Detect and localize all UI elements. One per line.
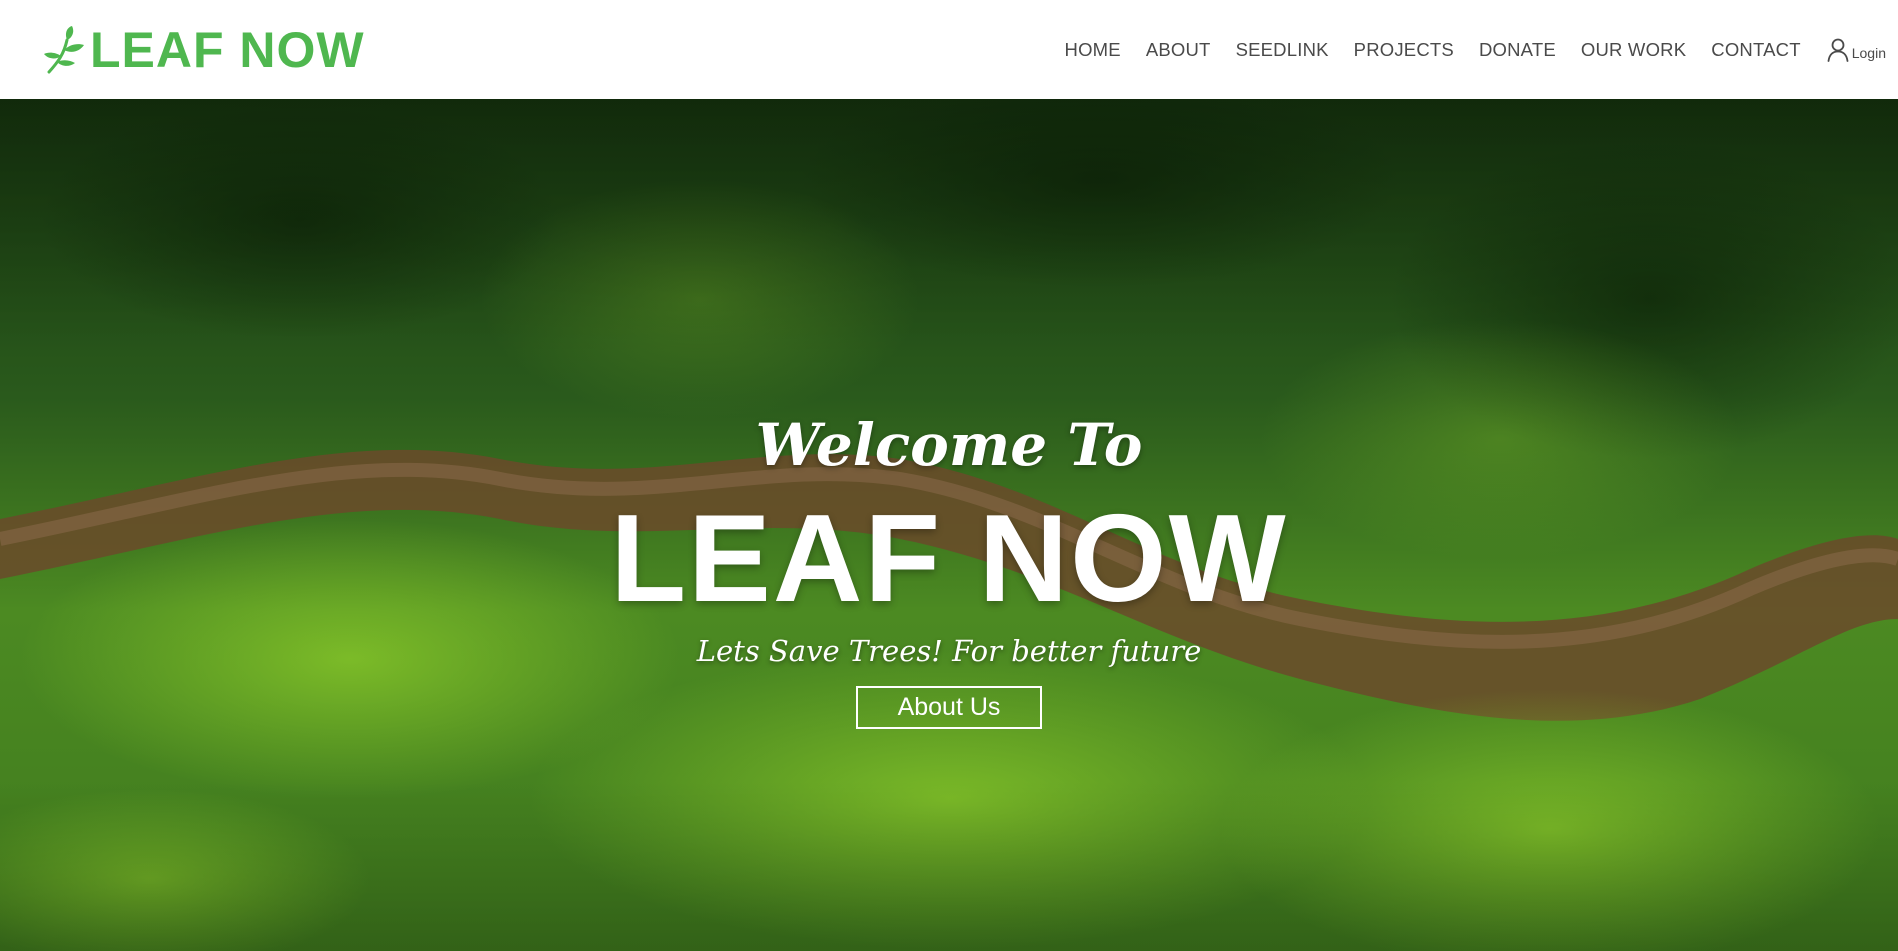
nav-link-donate[interactable]: DONATE <box>1479 39 1556 61</box>
user-icon <box>1827 38 1849 62</box>
hero-section: Welcome To LEAF NOW Lets Save Trees! For… <box>0 99 1898 951</box>
top-navbar: LEAF NOW HOME ABOUT SEEDLINK PROJECTS DO… <box>0 0 1898 99</box>
hero-title: LEAF NOW <box>610 490 1288 628</box>
leaf-sprig-icon <box>44 25 84 73</box>
nav-link-projects[interactable]: PROJECTS <box>1354 39 1454 61</box>
nav-link-our-work[interactable]: OUR WORK <box>1581 39 1686 61</box>
brand-logo-link[interactable]: LEAF NOW <box>44 25 365 75</box>
nav-link-about[interactable]: ABOUT <box>1146 39 1211 61</box>
hero-welcome-text: Welcome To <box>755 411 1143 479</box>
about-us-button[interactable]: About Us <box>856 686 1042 729</box>
nav-link-contact[interactable]: CONTACT <box>1711 39 1800 61</box>
hero-tagline: Lets Save Trees! For better future <box>696 634 1202 668</box>
login-link[interactable]: Login <box>1827 38 1886 62</box>
login-label: Login <box>1851 44 1886 61</box>
hero-content: Welcome To LEAF NOW Lets Save Trees! For… <box>0 99 1898 951</box>
nav-link-home[interactable]: HOME <box>1065 39 1121 61</box>
brand-name: LEAF NOW <box>90 21 365 78</box>
nav-link-seedlink[interactable]: SEEDLINK <box>1236 39 1329 61</box>
main-nav: HOME ABOUT SEEDLINK PROJECTS DONATE OUR … <box>1040 38 1886 62</box>
